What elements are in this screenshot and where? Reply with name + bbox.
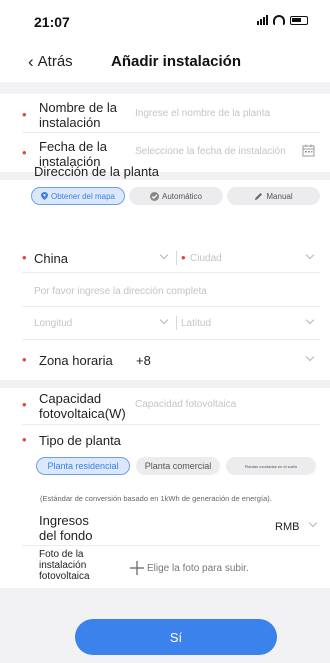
confirm-button[interactable]: Sí	[75, 619, 277, 655]
conversion-note: (Estándar de conversión basado en 1kWh d…	[40, 494, 272, 503]
page-title: Añadir instalación	[110, 53, 242, 70]
income-label-line2: del fondo	[39, 528, 93, 543]
calendar-icon[interactable]	[302, 144, 315, 157]
name-input[interactable]: Ingrese el nombre de la planta	[135, 108, 270, 119]
capacity-input[interactable]: Capacidad fotovoltaica	[135, 399, 236, 410]
plant-type-commercial[interactable]: Planta comercial	[136, 457, 220, 475]
name-label: Nombre de la instalación	[39, 100, 117, 130]
divider	[22, 339, 320, 340]
plant-type-residential[interactable]: Planta residencial	[36, 457, 130, 475]
date-input[interactable]: Seleccione la fecha de instalación	[135, 146, 286, 157]
divider	[176, 251, 177, 265]
capacity-label-line2: fotovoltaica(W)	[39, 406, 126, 421]
capacity-label-line1: Capacidad	[39, 391, 102, 406]
date-label-line1: Fecha de la	[39, 139, 107, 154]
plant-type-label: Tipo de planta	[39, 433, 121, 448]
section-gap	[0, 82, 330, 94]
income-label: Ingresos del fondo	[39, 513, 93, 543]
required-mark: •	[22, 145, 27, 160]
location-pin-icon	[40, 192, 48, 200]
photo-hint: Elige la foto para subir.	[147, 563, 249, 574]
photo-label: Foto de la instalación fotovoltaica	[39, 549, 90, 582]
signal-icon	[257, 15, 268, 25]
status-icons	[257, 15, 308, 25]
plant-type-option-label: Plantas montadas en el suelo	[244, 463, 298, 469]
status-bar: 21:07	[0, 0, 330, 44]
name-label-line2: instalación	[39, 115, 101, 130]
required-mark: •	[181, 250, 186, 265]
required-mark: •	[22, 352, 27, 367]
income-label-line1: Ingresos	[39, 513, 89, 528]
check-circle-icon	[149, 191, 159, 201]
timezone-value: +8	[136, 353, 151, 368]
status-time: 21:07	[34, 14, 70, 30]
nav-bar: ‹ Atrás Añadir instalación	[0, 44, 330, 82]
wifi-icon	[273, 15, 285, 25]
income-currency: RMB	[275, 521, 300, 533]
capacity-label: Capacidad fotovoltaica(W)	[39, 391, 126, 421]
photo-label-line1: Foto de la	[39, 549, 84, 560]
battery-icon	[290, 15, 308, 25]
required-mark: •	[22, 107, 27, 122]
divider	[22, 272, 320, 273]
photo-label-line3: fotovoltaica	[39, 571, 90, 582]
pencil-icon	[255, 192, 263, 200]
address-option-label: Obtener del mapa	[50, 191, 116, 201]
divider	[22, 545, 320, 546]
plant-type-ground[interactable]: Plantas montadas en el suelo	[226, 457, 316, 475]
required-mark: •	[22, 432, 27, 447]
address-card	[0, 180, 330, 380]
latitude-placeholder: Latitud	[181, 318, 212, 329]
country-value: China	[34, 251, 68, 266]
name-label-line1: Nombre de la	[39, 100, 118, 115]
address-option-map[interactable]: Obtener del mapa	[31, 187, 125, 205]
address-section-label: Dirección de la planta	[34, 164, 160, 179]
city-placeholder: Ciudad	[190, 253, 222, 264]
photo-label-line2: instalación	[39, 560, 87, 571]
full-address-input[interactable]: Por favor ingrese la dirección completa	[34, 286, 207, 297]
divider	[176, 316, 177, 330]
divider	[22, 424, 320, 425]
timezone-label: Zona horaria	[39, 353, 113, 368]
address-option-label: Manual	[266, 191, 293, 201]
divider	[22, 132, 320, 133]
plant-type-option-label: Planta residencial	[47, 461, 119, 471]
divider	[22, 306, 320, 307]
longitude-placeholder: Longitud	[34, 318, 73, 329]
plus-icon[interactable]	[130, 561, 144, 575]
plant-type-option-label: Planta comercial	[144, 461, 212, 471]
address-option-auto[interactable]: Automático	[129, 187, 223, 205]
address-option-label: Automático	[161, 191, 203, 201]
basic-info-card: • Nombre de la instalación Ingrese el no…	[0, 94, 330, 172]
required-mark: •	[22, 250, 27, 265]
required-mark: •	[22, 397, 27, 412]
address-option-manual[interactable]: Manual	[227, 187, 320, 205]
section-gap	[0, 380, 330, 388]
